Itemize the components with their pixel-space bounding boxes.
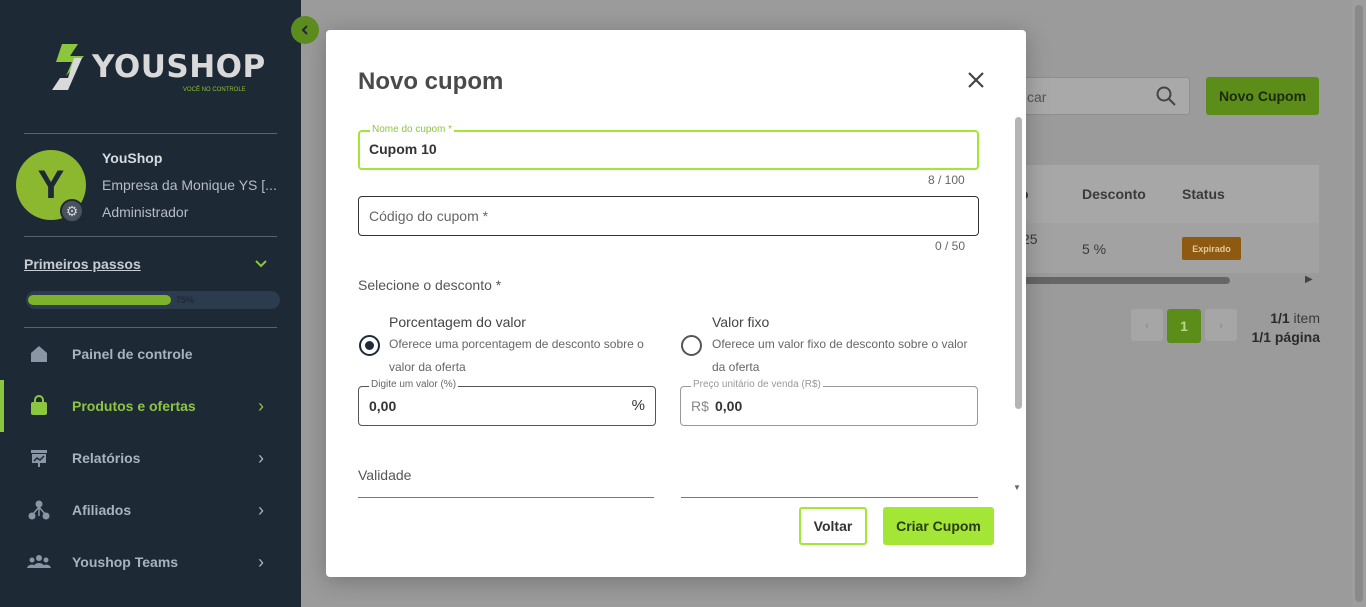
logo-text: YOUSHOP bbox=[92, 49, 266, 85]
new-coupon-button[interactable]: Novo Cupom bbox=[1206, 77, 1319, 115]
youshop-logo-icon bbox=[52, 44, 84, 90]
logo-tagline: VOCÊ NO CONTROLE bbox=[183, 87, 246, 93]
sidebar-item-label: Afiliados bbox=[72, 502, 132, 518]
status-badge: Expirado bbox=[1182, 237, 1241, 260]
sidebar-item-relatorios[interactable]: Relatórios › bbox=[0, 432, 301, 484]
close-icon[interactable] bbox=[964, 68, 988, 92]
search-icon[interactable] bbox=[1155, 85, 1177, 107]
progress-fill bbox=[28, 295, 171, 305]
validity-label: Validade bbox=[358, 467, 412, 483]
fixed-price-value: 0,00 bbox=[715, 398, 743, 414]
sidebar-item-label: Relatórios bbox=[72, 450, 141, 466]
chevron-right-icon: › bbox=[258, 447, 264, 468]
percent-suffix: % bbox=[631, 397, 645, 414]
chevron-right-icon: › bbox=[258, 499, 264, 520]
search-placeholder: car bbox=[1027, 89, 1047, 105]
coupon-name-counter: 8 / 100 bbox=[928, 173, 965, 187]
create-coupon-button[interactable]: Criar Cupom bbox=[883, 507, 994, 545]
coupon-name-label: Nome do cupom * bbox=[370, 124, 455, 136]
fixed-price-label: Preço unitário de venda (R$) bbox=[691, 379, 823, 391]
percent-value-field[interactable]: Digite um valor (%) 0,00 % bbox=[358, 379, 656, 426]
percent-option-description: Oferece uma porcentagem de desconto sobr… bbox=[389, 337, 644, 374]
chevron-down-icon[interactable] bbox=[253, 256, 269, 272]
sidebar-item-label: Produtos e ofertas bbox=[72, 398, 196, 414]
pager-prev-button[interactable]: ‹ bbox=[1131, 309, 1163, 341]
scroll-down-icon[interactable]: ▼ bbox=[1013, 483, 1021, 492]
percent-value-label: Digite um valor (%) bbox=[369, 379, 459, 391]
modal-title: Novo cupom bbox=[358, 68, 504, 95]
shopping-bag-icon bbox=[27, 394, 51, 418]
chart-board-icon bbox=[27, 446, 51, 470]
network-icon bbox=[27, 498, 51, 522]
items-count: 1/1 bbox=[1270, 310, 1290, 326]
user-name: YouShop bbox=[102, 150, 163, 166]
sidebar-collapse-button[interactable] bbox=[291, 16, 319, 44]
first-steps-progress: 75% bbox=[26, 291, 280, 309]
coupon-code-counter: 0 / 50 bbox=[935, 239, 966, 253]
back-button[interactable]: Voltar bbox=[799, 507, 867, 545]
percent-radio[interactable] bbox=[359, 335, 380, 356]
percent-option-title[interactable]: Porcentagem do valor bbox=[389, 314, 526, 330]
pagination-info: 1/1 item 1/1 página bbox=[1240, 309, 1320, 347]
chevron-right-icon: › bbox=[258, 395, 264, 416]
page-scrollbar-thumb[interactable] bbox=[1355, 5, 1363, 602]
scroll-right-icon[interactable]: ▶ bbox=[1305, 274, 1313, 285]
user-role: Administrador bbox=[102, 204, 189, 220]
table-header-desconto: Desconto bbox=[1082, 186, 1146, 202]
first-steps-link[interactable]: Primeiros passos bbox=[24, 256, 141, 272]
coupon-code-field[interactable]: Código do cupom * bbox=[358, 196, 979, 236]
percent-value: 0,00 bbox=[369, 398, 397, 414]
chevron-left-icon bbox=[301, 25, 308, 35]
table-cell-discount: 5 % bbox=[1082, 241, 1107, 257]
avatar-letter: Y bbox=[37, 162, 65, 207]
table-header-status: Status bbox=[1182, 186, 1225, 202]
sidebar-item-label: Youshop Teams bbox=[72, 554, 179, 570]
table-header bbox=[1000, 165, 1319, 223]
fixed-option-title[interactable]: Valor fixo bbox=[712, 314, 769, 330]
youshop-logo[interactable]: YOUSHOP bbox=[48, 42, 266, 92]
chevron-right-icon: › bbox=[258, 551, 264, 572]
validity-end-field[interactable] bbox=[681, 497, 978, 498]
pages-label: página bbox=[1274, 329, 1320, 345]
gear-icon[interactable]: ⚙ bbox=[60, 199, 84, 223]
pager-next-button[interactable]: › bbox=[1205, 309, 1237, 341]
new-coupon-modal: Novo cupom Nome do cupom * Cupom 10 8 / … bbox=[326, 30, 1026, 577]
coupon-name-field[interactable]: Nome do cupom * Cupom 10 bbox=[358, 124, 979, 170]
sidebar-item-painel[interactable]: Painel de controle bbox=[0, 328, 301, 380]
horizontal-scrollbar[interactable] bbox=[1000, 277, 1230, 284]
fixed-option-description: Oferece um valor fixo de desconto sobre … bbox=[712, 337, 968, 374]
sidebar-divider bbox=[24, 236, 277, 237]
items-label: item bbox=[1293, 310, 1320, 326]
fixed-price-field[interactable]: Preço unitário de venda (R$) R$ 0,00 bbox=[680, 379, 978, 426]
team-icon bbox=[27, 550, 51, 574]
sidebar: YOUSHOP VOCÊ NO CONTROLE Y ⚙ YouShop Emp… bbox=[0, 0, 301, 607]
table-row[interactable] bbox=[1000, 223, 1319, 273]
pager-current-page[interactable]: 1 bbox=[1167, 309, 1201, 343]
sidebar-item-label: Painel de controle bbox=[72, 346, 193, 362]
coupon-name-value: Cupom 10 bbox=[369, 141, 437, 157]
user-company: Empresa da Monique YS [... bbox=[102, 177, 277, 193]
coupon-code-placeholder: Código do cupom * bbox=[369, 208, 489, 224]
currency-prefix: R$ bbox=[691, 398, 709, 414]
fixed-value-radio[interactable] bbox=[681, 335, 702, 356]
progress-label: 75% bbox=[176, 295, 195, 305]
sidebar-item-youshop-teams[interactable]: Youshop Teams › bbox=[0, 536, 301, 588]
discount-section-label: Selecione o desconto * bbox=[358, 277, 502, 293]
validity-start-field[interactable] bbox=[358, 497, 654, 498]
pages-count: 1/1 bbox=[1251, 329, 1271, 345]
sidebar-item-afiliados[interactable]: Afiliados › bbox=[0, 484, 301, 536]
modal-scrollbar-thumb[interactable] bbox=[1015, 117, 1022, 409]
sidebar-item-produtos[interactable]: Produtos e ofertas › bbox=[0, 380, 301, 432]
home-icon bbox=[27, 342, 51, 366]
sidebar-divider bbox=[24, 133, 277, 134]
